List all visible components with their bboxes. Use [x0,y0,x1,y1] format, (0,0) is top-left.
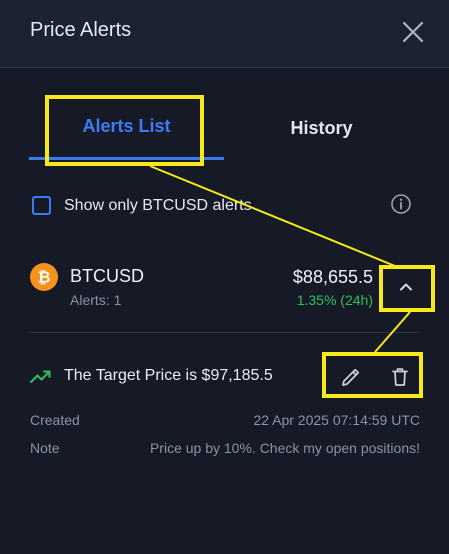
dialog-title: Price Alerts [30,19,132,41]
close-icon [402,21,424,43]
price-change-24h: 1.35% (24h) [296,292,373,308]
target-price-text: The Target Price is $97,185.5 [64,367,273,384]
chevron-up-icon [400,283,412,291]
bitcoin-icon: ₿ [30,263,58,291]
tab-bar: Alerts List History [29,96,419,160]
trash-icon [392,368,408,386]
filter-label: Show only BTCUSD alerts [64,197,252,214]
asset-row[interactable]: ₿ BTCUSD Alerts: 1 $88,655.5 1.35% (24h) [30,262,420,312]
tab-alerts-list[interactable]: Alerts List [29,96,224,160]
edit-alert-button[interactable] [339,365,363,389]
created-value: 22 Apr 2025 07:14:59 UTC [253,412,420,428]
note-row: Note Price up by 10%. Check my open posi… [30,440,420,460]
created-label: Created [30,412,80,428]
info-button[interactable] [390,193,412,215]
asset-symbol: BTCUSD [70,266,145,286]
svg-text:₿: ₿ [37,268,50,287]
alerts-count: Alerts: 1 [70,292,122,308]
info-icon [391,194,411,214]
note-value: Price up by 10%. Check my open positions… [149,440,420,456]
show-only-symbol-checkbox[interactable] [32,196,51,215]
created-row: Created 22 Apr 2025 07:14:59 UTC [30,412,420,432]
alert-item: The Target Price is $97,185.5 [30,365,420,391]
divider [29,332,419,333]
note-label: Note [30,440,60,456]
pencil-icon [342,368,360,386]
trending-up-icon [30,369,52,385]
current-price: $88,655.5 [292,267,373,287]
dialog-header: Price Alerts [0,0,449,68]
filter-row: Show only BTCUSD alerts [32,193,422,217]
collapse-button[interactable] [394,275,418,299]
close-button[interactable] [401,20,425,44]
delete-alert-button[interactable] [388,365,412,389]
tab-history[interactable]: History [224,96,419,160]
